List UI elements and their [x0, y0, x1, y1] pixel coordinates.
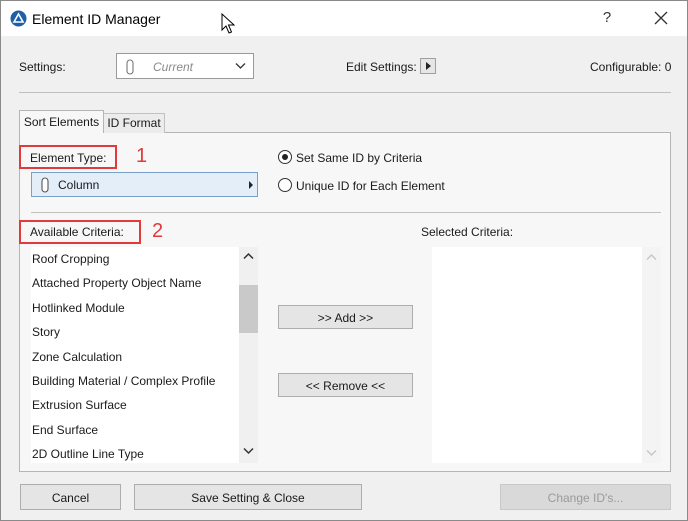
edit-settings-button[interactable]	[420, 58, 436, 74]
cancel-button[interactable]: Cancel	[20, 484, 121, 510]
archicad-app-icon	[10, 10, 27, 27]
settings-label: Settings:	[19, 60, 66, 74]
element-type-label: Element Type:	[30, 151, 107, 165]
chevron-up-icon[interactable]	[243, 252, 254, 260]
radio-unique-id[interactable]	[278, 178, 292, 192]
chevron-down-icon	[646, 449, 657, 457]
list-item[interactable]: 2D Outline Line Type	[32, 447, 144, 463]
window-title: Element ID Manager	[32, 11, 161, 27]
chevron-down-icon[interactable]	[243, 447, 254, 455]
available-criteria-label: Available Criteria:	[30, 225, 124, 239]
edit-settings-label: Edit Settings:	[346, 60, 417, 74]
column-icon	[41, 177, 49, 193]
list-item[interactable]: End Surface	[32, 423, 98, 445]
close-icon[interactable]	[649, 7, 673, 29]
element-type-select[interactable]: Column	[31, 172, 258, 197]
title-bar: Element ID Manager ?	[1, 1, 687, 36]
selected-criteria-list[interactable]	[432, 247, 642, 463]
scrollbar-thumb[interactable]	[239, 285, 258, 333]
divider	[31, 212, 661, 213]
list-item[interactable]: Zone Calculation	[32, 350, 122, 372]
settings-current-value: Current	[153, 60, 194, 74]
chevron-down-icon	[235, 63, 246, 69]
element-id-manager-dialog: Element ID Manager ? Settings: Current E…	[0, 0, 688, 521]
settings-dropdown[interactable]: Current	[116, 53, 254, 79]
configurable-count: Configurable: 0	[590, 60, 672, 74]
radio-set-same-id-label[interactable]: Set Same ID by Criteria	[296, 151, 422, 165]
callout-number-1: 1	[136, 145, 148, 167]
chevron-up-icon	[646, 253, 657, 261]
save-setting-close-button[interactable]: Save Setting & Close	[134, 484, 362, 510]
play-arrow-icon	[426, 62, 431, 70]
change-ids-button: Change ID's...	[500, 484, 671, 510]
radio-set-same-id[interactable]	[278, 150, 292, 164]
selected-criteria-scrollbar	[642, 247, 661, 463]
column-icon	[126, 59, 134, 75]
list-item[interactable]: Attached Property Object Name	[32, 276, 201, 298]
list-item[interactable]: Building Material / Complex Profile	[32, 374, 215, 396]
radio-unique-id-label[interactable]: Unique ID for Each Element	[296, 179, 445, 193]
add-button[interactable]: >> Add >>	[278, 305, 413, 329]
selected-criteria-label: Selected Criteria:	[421, 225, 514, 239]
divider	[19, 92, 671, 93]
available-criteria-list[interactable]: Roof Cropping Attached Property Object N…	[31, 247, 258, 463]
tab-sort-elements[interactable]: Sort Elements	[19, 110, 104, 133]
list-item[interactable]: Story	[32, 325, 60, 347]
chevron-right-icon	[249, 181, 253, 189]
help-button[interactable]: ?	[595, 7, 619, 29]
list-item[interactable]: Hotlinked Module	[32, 301, 125, 323]
mouse-cursor-icon	[221, 13, 236, 34]
criteria-scrollbar[interactable]	[239, 247, 258, 463]
remove-button[interactable]: << Remove <<	[278, 373, 413, 397]
list-item[interactable]: Extrusion Surface	[32, 398, 127, 420]
list-item[interactable]: Roof Cropping	[32, 252, 109, 274]
element-type-value: Column	[58, 178, 100, 192]
tab-id-format[interactable]: ID Format	[103, 113, 165, 133]
callout-number-2: 2	[152, 220, 164, 242]
